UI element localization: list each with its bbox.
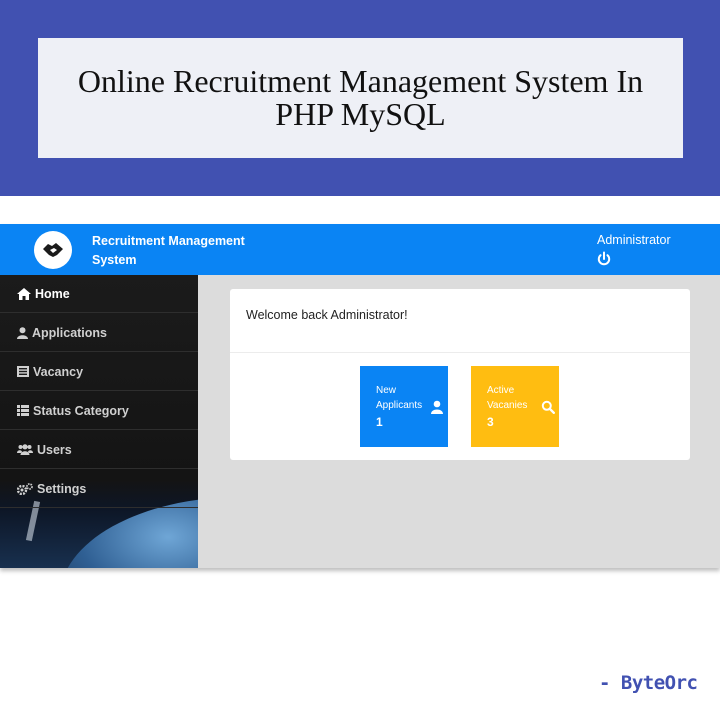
tile-value: 3 bbox=[487, 415, 494, 429]
sidebar-item-label: Users bbox=[37, 442, 72, 457]
search-icon bbox=[541, 400, 555, 414]
new-applicants-tile[interactable]: New Applicants 1 bbox=[360, 366, 448, 447]
users-icon bbox=[17, 444, 33, 455]
list-icon bbox=[17, 405, 29, 416]
tile-value: 1 bbox=[376, 415, 383, 429]
sidebar-item-label: Vacancy bbox=[33, 364, 84, 379]
tile-label: New Applicants bbox=[376, 385, 423, 411]
sidebar-item-applications[interactable]: Applications bbox=[0, 314, 198, 352]
sidebar-item-status-category[interactable]: Status Category bbox=[0, 392, 198, 430]
active-vacancies-tile[interactable]: Active Vacanies 3 bbox=[471, 366, 559, 447]
card-divider bbox=[230, 352, 690, 353]
handshake-icon bbox=[43, 243, 63, 257]
topbar: Recruitment Management System Administra… bbox=[0, 224, 720, 275]
sidebar-item-settings[interactable]: Settings bbox=[0, 470, 198, 508]
tile-label: Active Vacanies bbox=[487, 385, 528, 411]
cogs-icon bbox=[17, 482, 33, 495]
banner-box: Online Recruitment Management System In … bbox=[38, 38, 683, 158]
sidebar-item-vacancy[interactable]: Vacancy bbox=[0, 353, 198, 391]
dashboard-card: Welcome back Administrator! New Applican… bbox=[230, 289, 690, 460]
app-name: Recruitment Management System bbox=[92, 234, 245, 267]
welcome-message: Welcome back Administrator! bbox=[246, 308, 408, 322]
user-icon bbox=[17, 326, 28, 339]
sidebar: Home Applications Vacancy Status Categor… bbox=[0, 275, 198, 568]
sidebar-item-label: Settings bbox=[37, 481, 87, 496]
sidebar-item-home[interactable]: Home bbox=[0, 275, 198, 313]
banner-title: Online Recruitment Management System In … bbox=[77, 63, 644, 132]
user-icon bbox=[431, 400, 443, 414]
banner: Online Recruitment Management System In … bbox=[0, 0, 720, 196]
sidebar-item-label: Applications bbox=[32, 325, 108, 340]
credit-watermark: - ByteOrc bbox=[599, 672, 698, 694]
power-icon[interactable] bbox=[596, 251, 612, 267]
list-alt-icon bbox=[17, 366, 29, 377]
sidebar-item-label: Home bbox=[35, 286, 70, 301]
app-logo[interactable] bbox=[34, 231, 72, 269]
sidebar-item-label: Status Category bbox=[33, 403, 129, 418]
sidebar-item-users[interactable]: Users bbox=[0, 431, 198, 469]
app-screenshot: Recruitment Management System Administra… bbox=[0, 224, 720, 568]
user-name[interactable]: Administrator bbox=[597, 233, 671, 247]
home-icon bbox=[17, 287, 31, 300]
